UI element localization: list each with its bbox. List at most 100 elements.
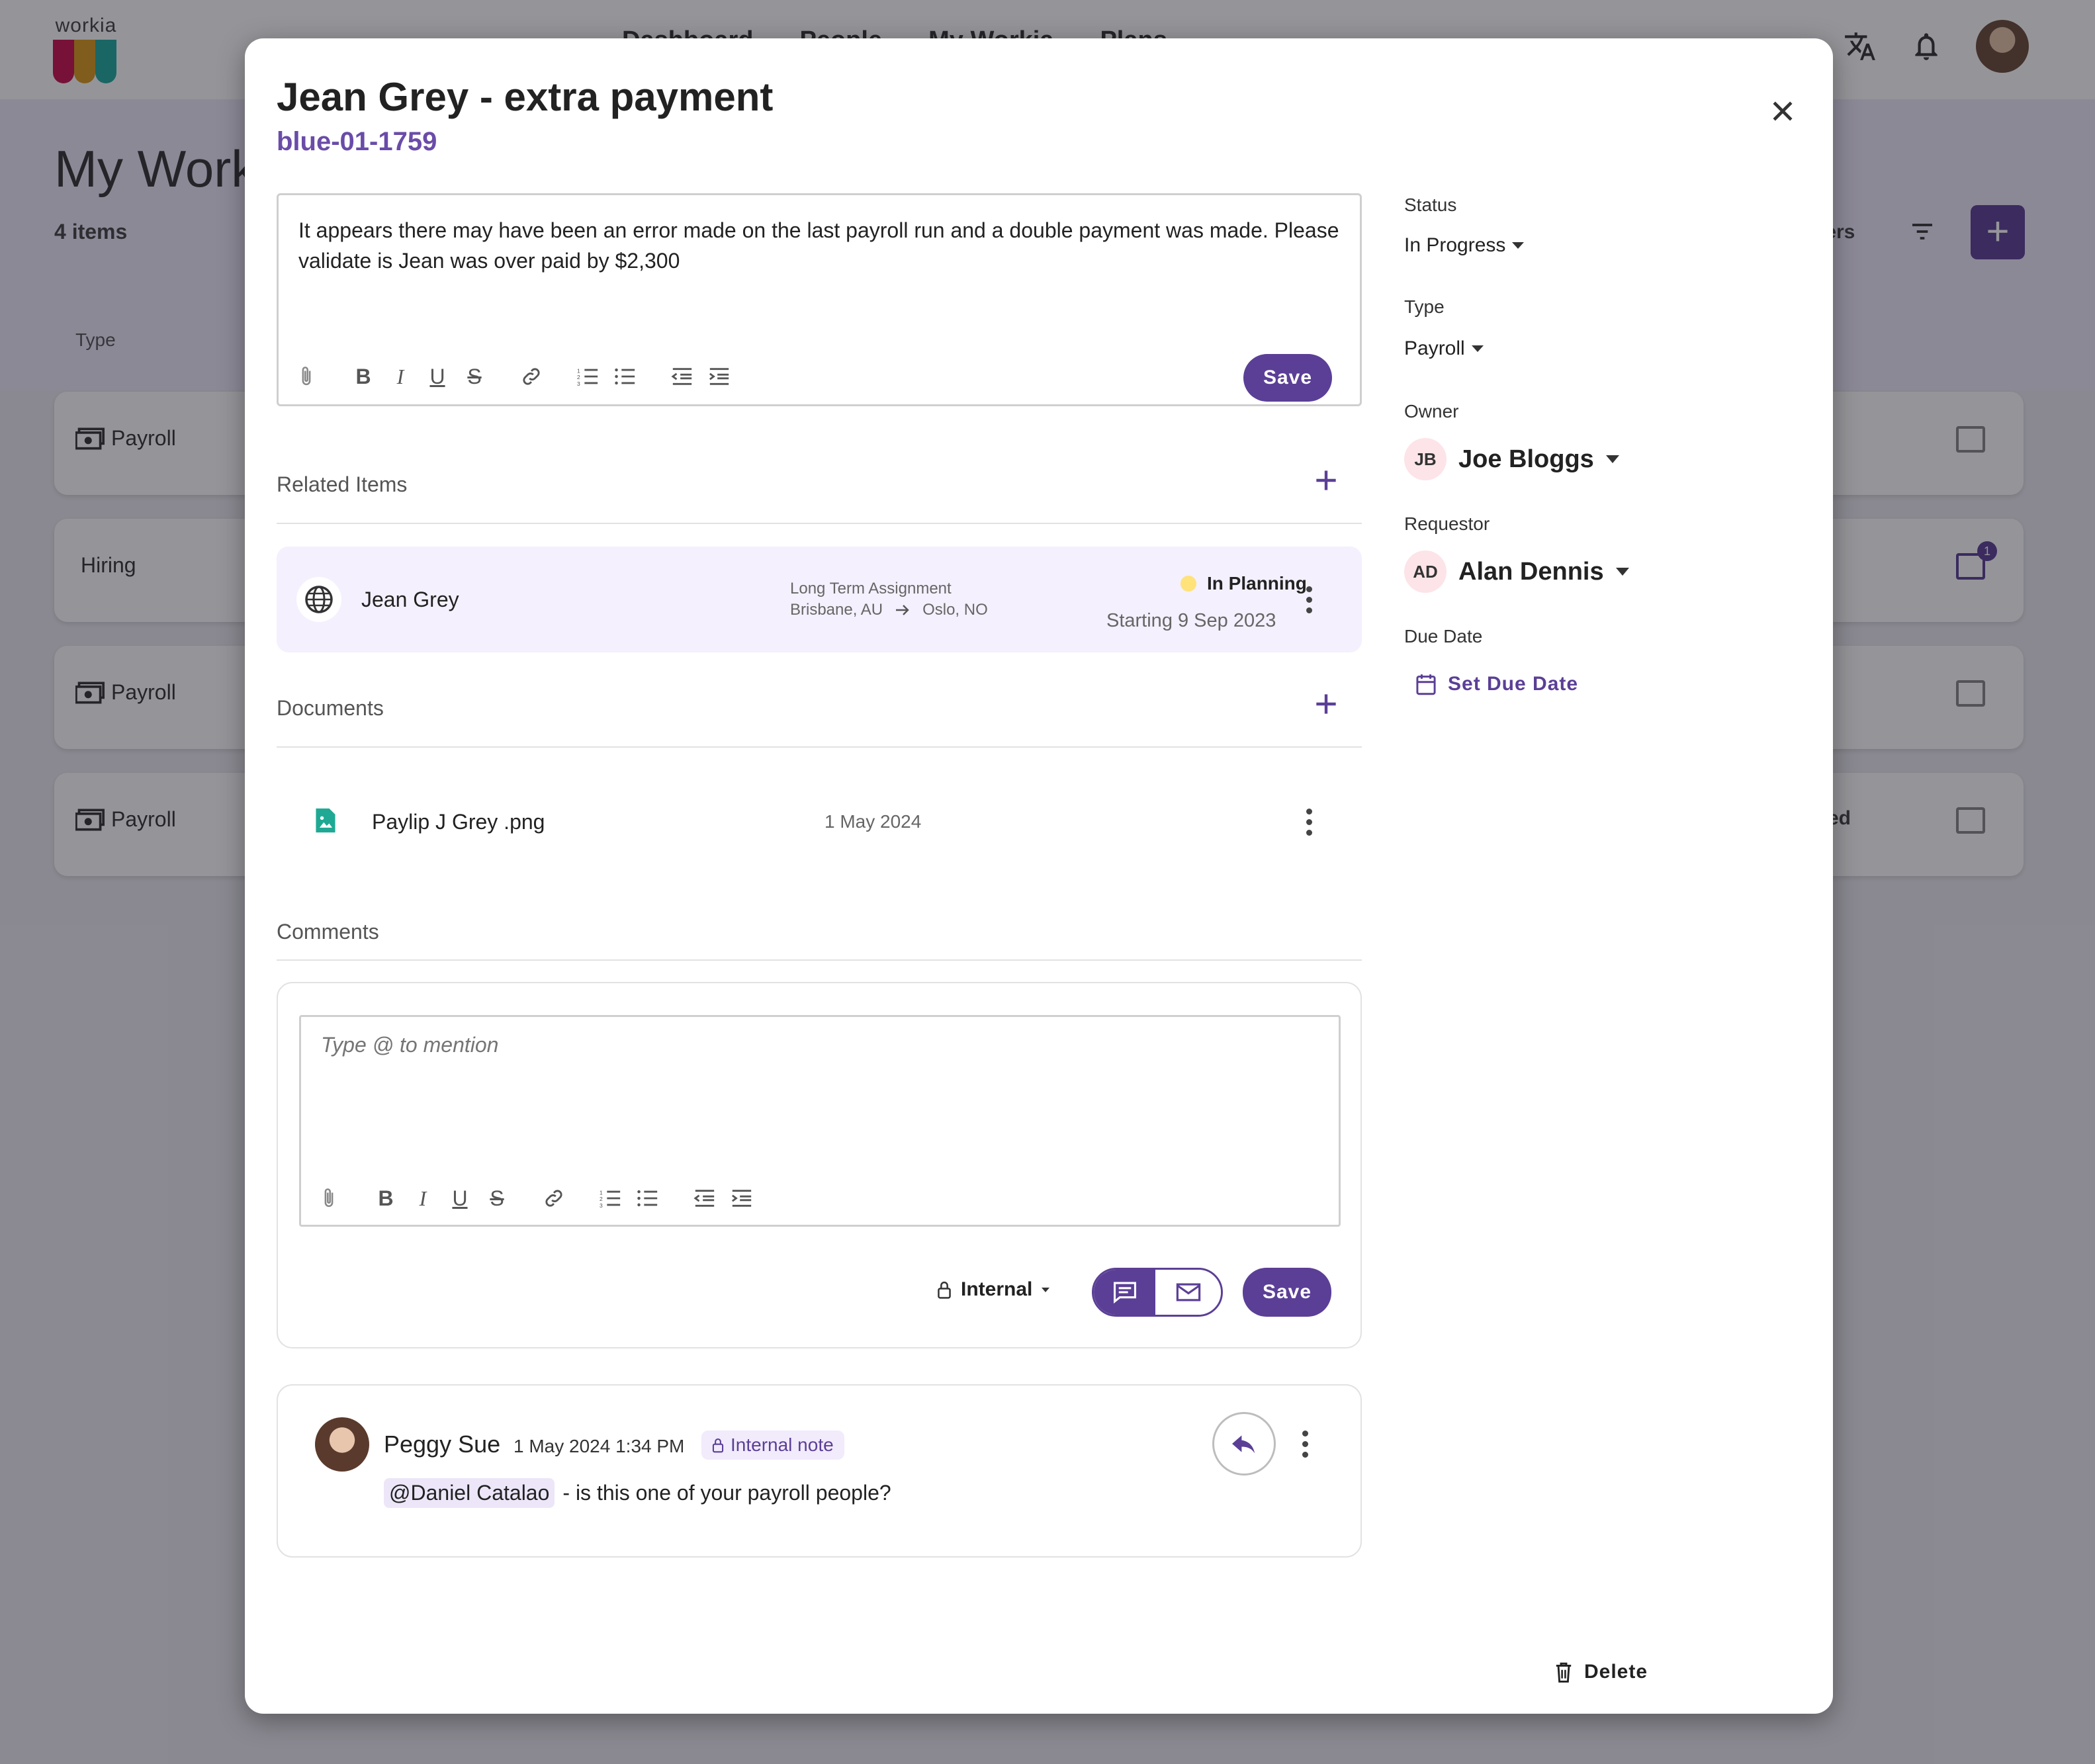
task-id: blue-01-1759 [277,127,437,156]
save-comment-button[interactable]: Save [1243,1268,1331,1317]
lock-icon [938,1281,951,1299]
globe-icon [296,577,341,622]
requestor-avatar: AD [1404,551,1447,593]
italic-icon[interactable]: I [404,1182,441,1214]
numbered-list-icon[interactable]: 123 [570,361,607,392]
comment-type-toggle [1092,1268,1223,1317]
image-file-icon [316,808,335,833]
status-value: In Progress [1404,234,1506,256]
requestor-label: Requestor [1404,513,1490,534]
bullet-list-icon[interactable] [607,361,644,392]
status-select[interactable]: In Progress [1404,234,1525,257]
numbered-list-icon[interactable]: 123 [592,1182,629,1214]
related-person-name: Jean Grey [361,588,459,611]
internal-note-label: Internal note [731,1434,834,1455]
comment-input[interactable] [321,1033,1314,1057]
assignment-status: In Planning [1181,573,1307,594]
internal-note-badge: Internal note [701,1431,844,1460]
requestor-select[interactable]: AD Alan Dennis [1404,551,1629,593]
status-dot [1181,576,1196,592]
add-related-item-icon[interactable] [1312,466,1341,495]
link-icon[interactable] [513,361,550,392]
bullet-list-icon[interactable] [629,1182,666,1214]
assignment-info: Long Term Assignment Brisbane, AU Oslo, … [790,578,988,621]
comment-toolbar: B I U S 123 [310,1182,760,1214]
set-due-date-button[interactable]: Set Due Date [1415,672,1578,696]
set-due-date-label: Set Due Date [1448,673,1579,695]
reply-button[interactable] [1212,1412,1276,1476]
description-text[interactable]: It appears there may have been an error … [298,215,1344,276]
strikethrough-icon[interactable]: S [456,361,493,392]
owner-label: Owner [1404,401,1459,421]
comment-body: @Daniel Catalao - is this one of your pa… [384,1478,891,1508]
assignment-type: Long Term Assignment [790,580,952,597]
due-date-label: Due Date [1404,626,1483,646]
italic-icon[interactable]: I [382,361,419,392]
type-value: Payroll [1404,337,1465,359]
chevron-down-icon [1615,568,1629,576]
visibility-label: Internal [961,1278,1033,1300]
modal-title: Jean Grey - extra payment [277,75,774,119]
bold-icon[interactable]: B [345,361,382,392]
attach-icon[interactable] [310,1182,347,1214]
documents-heading: Documents [277,696,384,720]
chevron-down-icon [1512,242,1525,249]
task-detail-modal: Jean Grey - extra payment blue-01-1759 I… [245,38,1833,1714]
link-icon[interactable] [535,1182,572,1214]
type-label: Type [1404,296,1445,317]
attach-icon[interactable] [288,361,325,392]
description-editor[interactable]: It appears there may have been an error … [277,193,1362,406]
comment-text: - is this one of your payroll people? [562,1481,891,1505]
chevron-down-icon [1471,345,1484,352]
owner-avatar: JB [1404,438,1447,480]
requestor-name: Alan Dennis [1458,557,1604,586]
underline-icon[interactable]: U [419,361,456,392]
comment-editor[interactable]: B I U S 123 [299,1015,1341,1227]
svg-text:3: 3 [600,1202,603,1208]
related-item-more-icon[interactable] [1296,580,1322,619]
owner-name: Joe Bloggs [1458,445,1594,473]
assignment-to: Oslo, NO [922,601,988,619]
related-items-heading: Related Items [277,472,408,496]
close-icon[interactable] [1768,97,1797,126]
description-toolbar: B I U S 123 [288,361,738,392]
assignment-from: Brisbane, AU [790,601,883,619]
save-description-button[interactable]: Save [1243,354,1332,402]
outdent-icon[interactable] [686,1182,723,1214]
svg-text:1: 1 [577,367,580,374]
svg-text:2: 2 [577,374,580,380]
indent-icon[interactable] [701,361,738,392]
avatar [315,1417,369,1472]
related-item-card[interactable]: Jean Grey Long Term Assignment Brisbane,… [277,547,1362,652]
underline-icon[interactable]: U [441,1182,478,1214]
arrow-right-icon [896,605,909,615]
bold-icon[interactable]: B [367,1182,404,1214]
document-more-icon[interactable] [1296,802,1322,842]
add-document-icon[interactable] [1312,689,1341,719]
svg-text:2: 2 [600,1196,603,1202]
comment-mode-icon[interactable] [1094,1270,1156,1315]
visibility-select[interactable]: Internal [937,1278,1050,1301]
chevron-down-icon [1605,455,1619,463]
comment-more-icon[interactable] [1292,1424,1318,1464]
delete-label: Delete [1584,1661,1648,1683]
calendar-icon [1416,674,1436,695]
delete-button[interactable]: Delete [1555,1661,1648,1683]
comment-entry: Peggy Sue 1 May 2024 1:34 PM Internal no… [277,1384,1362,1558]
reply-icon [1232,1435,1255,1454]
indent-icon[interactable] [723,1182,760,1214]
outdent-icon[interactable] [664,361,701,392]
assignment-status-label: In Planning [1207,573,1307,594]
type-select[interactable]: Payroll [1404,337,1484,360]
owner-select[interactable]: JB Joe Bloggs [1404,438,1619,480]
comments-heading: Comments [277,920,379,944]
status-label: Status [1404,195,1457,215]
comment-timestamp: 1 May 2024 1:34 PM [513,1436,685,1456]
assignment-start: Starting 9 Sep 2023 [1106,610,1276,631]
document-name[interactable]: Paylip J Grey .png [372,810,545,834]
trash-icon [1556,1662,1572,1683]
strikethrough-icon[interactable]: S [478,1182,515,1214]
email-mode-icon[interactable] [1155,1270,1221,1315]
svg-text:1: 1 [600,1189,603,1196]
mention-chip[interactable]: @Daniel Catalao [384,1478,555,1508]
